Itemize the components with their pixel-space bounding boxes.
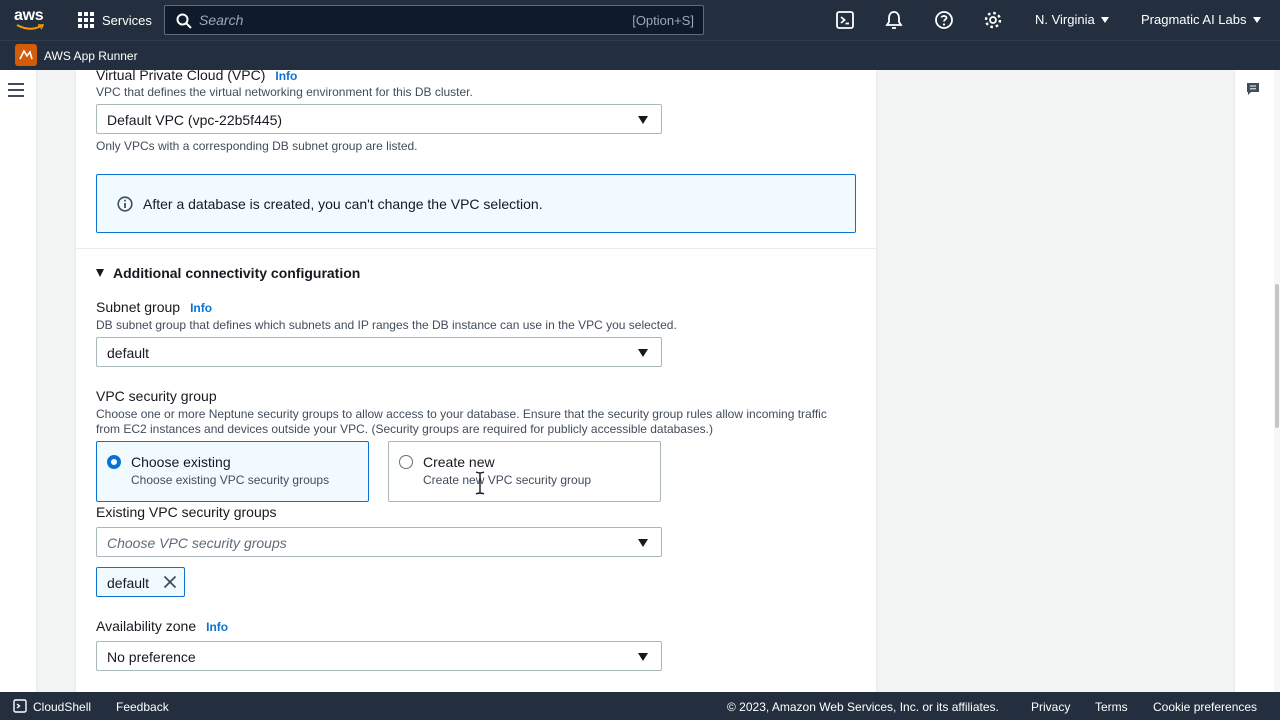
grid-icon — [78, 12, 94, 28]
vpc-description: VPC that defines the virtual networking … — [96, 85, 473, 99]
cloudshell-link[interactable]: CloudShell — [33, 700, 91, 714]
comment-icon[interactable] — [1246, 82, 1260, 96]
subnet-group-label: Subnet group Info — [96, 299, 213, 315]
vpc-select[interactable]: Default VPC (vpc-22b5f445) — [96, 104, 662, 134]
create-new-tile[interactable]: Create new Create new VPC security group — [388, 441, 661, 502]
token-label: default — [107, 575, 150, 591]
subnet-select-value: default — [107, 345, 150, 361]
search-shortcut: [Option+S] — [632, 13, 694, 28]
security-group-description-2: from EC2 instances and devices outside y… — [96, 422, 713, 436]
subnet-group-select[interactable]: default — [96, 337, 662, 367]
right-rail — [1234, 70, 1274, 692]
account-menu[interactable]: Pragmatic AI Labs — [1141, 12, 1261, 27]
security-group-token: default — [96, 567, 185, 597]
alert-text: After a database is created, you can't c… — [143, 196, 543, 212]
aws-smile-icon — [16, 24, 44, 30]
app-runner-glyph-icon — [19, 49, 33, 60]
privacy-link[interactable]: Privacy — [1031, 700, 1070, 714]
form-panel — [75, 70, 877, 692]
feedback-link[interactable]: Feedback — [116, 700, 169, 714]
caret-down-icon — [638, 349, 648, 357]
choose-existing-desc: Choose existing VPC security groups — [131, 473, 330, 487]
scrollbar[interactable] — [1274, 70, 1280, 692]
az-info-link[interactable]: Info — [206, 620, 228, 634]
cloudshell-icon[interactable] — [835, 10, 855, 30]
services-label: Services — [102, 12, 152, 28]
caret-down-icon — [1252, 16, 1261, 23]
services-menu-button[interactable]: Services — [78, 10, 152, 30]
existing-groups-label: Existing VPC security groups — [96, 504, 277, 520]
cookie-preferences-link[interactable]: Cookie preferences — [1153, 700, 1257, 714]
vpc-select-value: Default VPC (vpc-22b5f445) — [107, 112, 283, 128]
choose-existing-radio[interactable] — [107, 455, 121, 469]
copyright-text: © 2023, Amazon Web Services, Inc. or its… — [727, 700, 999, 714]
create-new-title: Create new — [423, 454, 495, 470]
existing-groups-placeholder: Choose VPC security groups — [107, 535, 287, 551]
gear-icon[interactable] — [983, 10, 1003, 30]
info-alert: After a database is created, you can't c… — [96, 174, 856, 233]
existing-groups-select[interactable]: Choose VPC security groups — [96, 527, 662, 557]
security-group-description-1: Choose one or more Neptune security grou… — [96, 407, 827, 421]
cloudshell-icon[interactable] — [13, 699, 27, 713]
az-select-value: No preference — [107, 649, 196, 665]
availability-zone-select[interactable]: No preference — [96, 641, 662, 671]
subnet-description: DB subnet group that defines which subne… — [96, 318, 677, 332]
terms-link[interactable]: Terms — [1095, 700, 1128, 714]
create-new-radio[interactable] — [399, 455, 413, 469]
close-icon[interactable] — [163, 575, 177, 589]
search-input[interactable] — [199, 10, 599, 30]
choose-existing-title: Choose existing — [131, 454, 231, 470]
top-navigation: aws Services [Option+S] N. — [0, 0, 1280, 40]
left-rail — [0, 70, 37, 692]
menu-icon[interactable] — [8, 83, 24, 97]
vpc-label: Virtual Private Cloud (VPC) Info — [96, 70, 298, 83]
vpc-hint: Only VPCs with a corresponding DB subnet… — [96, 139, 418, 153]
caret-down-icon — [1100, 16, 1109, 23]
footer: CloudShell Feedback © 2023, Amazon Web S… — [0, 692, 1280, 720]
availability-zone-label: Availability zone Info — [96, 618, 229, 634]
scrollbar-thumb[interactable] — [1275, 284, 1279, 428]
region-selector[interactable]: N. Virginia — [1035, 12, 1109, 27]
create-new-desc: Create new VPC security group — [423, 473, 592, 487]
caret-down-icon — [638, 116, 648, 124]
service-shortcut-label[interactable]: AWS App Runner — [44, 49, 138, 63]
vpc-info-link[interactable]: Info — [275, 70, 297, 83]
search-box[interactable]: [Option+S] — [164, 5, 704, 35]
help-icon[interactable] — [934, 10, 954, 30]
info-circle-icon — [117, 196, 133, 212]
caret-down-icon — [638, 539, 648, 547]
security-group-label: VPC security group — [96, 388, 217, 404]
additional-connectivity-label: Additional connectivity configuration — [113, 265, 361, 281]
region-label: N. Virginia — [1035, 12, 1095, 27]
bell-icon[interactable] — [884, 10, 904, 30]
service-bar: AWS App Runner — [0, 40, 1280, 70]
aws-logo[interactable]: aws — [14, 8, 46, 32]
app-runner-icon[interactable] — [15, 44, 37, 66]
section-divider — [75, 248, 877, 249]
main-content: Virtual Private Cloud (VPC) Info VPC that… — [37, 70, 1234, 692]
choose-existing-tile[interactable]: Choose existing Choose existing VPC secu… — [96, 441, 369, 502]
account-label: Pragmatic AI Labs — [1141, 12, 1247, 27]
additional-connectivity-toggle[interactable]: Additional connectivity configuration — [96, 265, 360, 281]
search-icon — [176, 13, 192, 29]
caret-down-icon — [96, 269, 104, 277]
caret-down-icon — [638, 653, 648, 661]
subnet-info-link[interactable]: Info — [190, 301, 212, 315]
aws-logo-text: aws — [14, 7, 44, 24]
